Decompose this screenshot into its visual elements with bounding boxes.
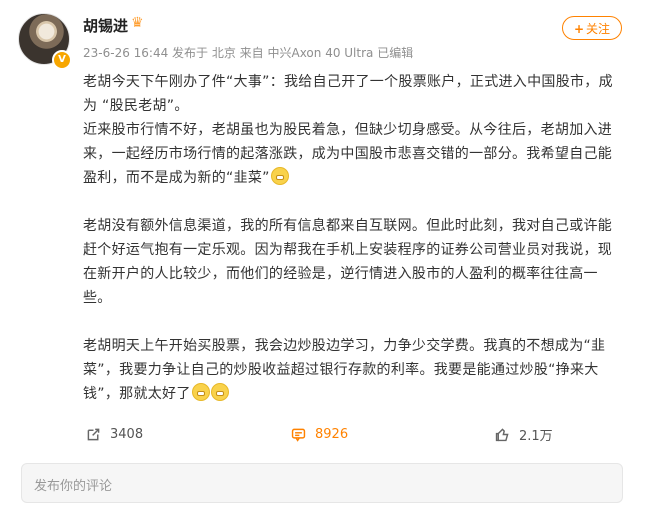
follow-button[interactable]: + 关注 bbox=[562, 16, 622, 40]
comment-button[interactable]: 8926 bbox=[290, 420, 348, 448]
paragraph: 老胡没有额外信息渠道，我的所有信息都来自互联网。但此时此刻，我对自己或许能赶个好… bbox=[83, 218, 613, 306]
like-icon bbox=[495, 427, 509, 441]
paragraph: 老胡明天上午开始买股票，我会边炒股边学习，力争少交学费。我真的不想成为“韭菜”，… bbox=[83, 338, 606, 402]
grin-emoji-icon bbox=[191, 383, 210, 401]
comment-placeholder: 发布你的评论 bbox=[34, 479, 113, 494]
comment-icon bbox=[291, 428, 306, 442]
grin-emoji-icon bbox=[270, 167, 289, 185]
like-count: 2.1万 bbox=[519, 428, 553, 444]
plus-icon: + bbox=[573, 22, 585, 36]
like-button[interactable]: 2.1万 bbox=[494, 420, 553, 448]
comment-input[interactable]: 发布你的评论 bbox=[21, 463, 623, 503]
grin-emoji-icon bbox=[210, 383, 229, 401]
verified-badge-icon: V bbox=[52, 50, 72, 70]
share-count: 3408 bbox=[110, 426, 144, 442]
comment-count: 8926 bbox=[315, 426, 349, 442]
follow-button-label: 关注 bbox=[586, 22, 611, 36]
crown-icon: ♛ bbox=[131, 15, 144, 31]
share-icon bbox=[87, 428, 100, 440]
post-content: 老胡今天下午刚办了件“大事”：我给自己开了一个股票账户，正式进入中国股市，成为 … bbox=[83, 70, 623, 406]
username[interactable]: 胡锡进 bbox=[83, 15, 128, 36]
post-actions: 3408 8926 2.1万 bbox=[0, 420, 646, 448]
paragraph: 近来股市行情不好，老胡虽也为股民着急，但缺少切身感受。从今往后，老胡加入进来，一… bbox=[83, 122, 613, 186]
post-meta: 23-6-26 16:44 发布于 北京 来自 中兴Axon 40 Ultra … bbox=[83, 46, 414, 60]
share-button[interactable]: 3408 bbox=[85, 420, 143, 448]
paragraph: 老胡今天下午刚办了件“大事”：我给自己开了一个股票账户，正式进入中国股市，成为 … bbox=[83, 74, 613, 114]
